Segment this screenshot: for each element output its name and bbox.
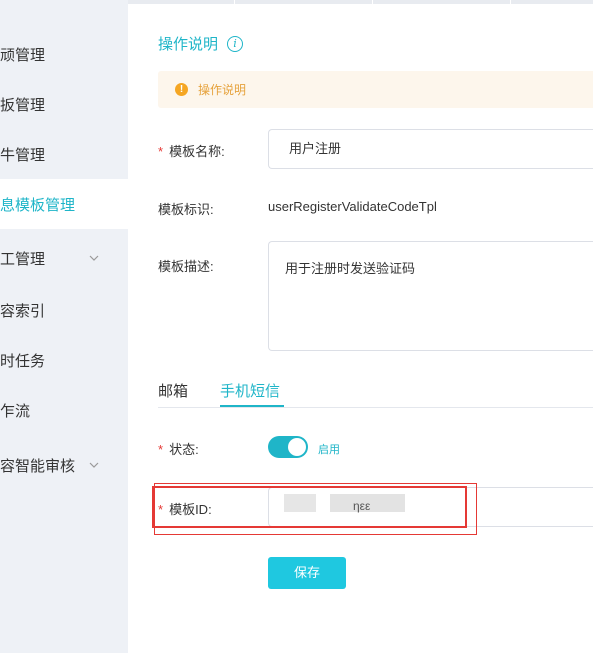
sidebar-item-label: 容智能审核 xyxy=(0,457,76,475)
notice-banner: ! 操作说明 xyxy=(158,71,593,108)
sidebar: 顽管理 扳管理 牛管理 息模板管理 工管理 容索引 时任务 乍流 容智能审核 xyxy=(0,0,128,653)
tab-email[interactable]: 邮箱 xyxy=(158,380,188,401)
status-label: * 状态: xyxy=(158,439,199,458)
sidebar-item-label: 工管理 xyxy=(0,250,46,268)
sidebar-item-2[interactable]: 扳管理 xyxy=(0,79,128,129)
required-mark: * xyxy=(158,442,164,457)
template-desc-textarea[interactable]: 用于注册时发送验证码 xyxy=(268,241,593,351)
warning-icon: ! xyxy=(175,83,188,96)
template-desc-label-text: 模板描述: xyxy=(158,259,214,274)
sidebar-item-label: 息模板管理 xyxy=(0,196,76,214)
sidebar-item-7[interactable]: 时任务 xyxy=(0,335,128,385)
template-name-label-text: 模板名称: xyxy=(169,144,225,159)
sidebar-item-label: 扳管理 xyxy=(0,96,46,114)
active-tab-indicator xyxy=(220,405,284,407)
status-toggle[interactable] xyxy=(268,436,308,458)
template-code-label-text: 模板标识: xyxy=(158,202,214,217)
highlight-box xyxy=(152,486,467,528)
sidebar-item-label: 乍流 xyxy=(0,402,31,420)
template-name-input[interactable]: 用户注册 xyxy=(268,129,593,169)
status-label-text: 状态: xyxy=(169,442,199,457)
sidebar-item-message-template[interactable]: 息模板管理 xyxy=(0,179,128,229)
sidebar-item-label: 时任务 xyxy=(0,352,46,370)
template-code-value: userRegisterValidateCodeTpl xyxy=(268,199,437,214)
template-desc-value: 用于注册时发送验证码 xyxy=(285,261,416,276)
channel-tabs: 邮箱 手机短信 xyxy=(158,370,593,408)
sidebar-item-5[interactable]: 工管理 xyxy=(0,233,128,283)
info-icon[interactable]: i xyxy=(227,35,244,52)
sidebar-item-6[interactable]: 容索引 xyxy=(0,285,128,335)
sidebar-item-3[interactable]: 牛管理 xyxy=(0,129,128,179)
page-title-text: 操作说明 xyxy=(158,36,219,53)
notice-text: 操作说明 xyxy=(198,83,247,97)
template-name-label: * 模板名称: xyxy=(158,141,225,160)
chevron-down-icon xyxy=(89,255,99,261)
required-mark: * xyxy=(158,144,164,159)
sidebar-item-label: 顽管理 xyxy=(0,46,46,64)
template-name-value: 用户注册 xyxy=(289,141,342,156)
sidebar-item-label: 牛管理 xyxy=(0,146,46,164)
sidebar-item-8[interactable]: 乍流 xyxy=(0,385,128,435)
status-toggle-text: 启用 xyxy=(318,444,340,456)
sidebar-item-9[interactable]: 容智能审核 xyxy=(0,440,128,490)
toggle-knob xyxy=(288,438,306,456)
template-desc-label: 模板描述: xyxy=(158,256,214,275)
chevron-down-icon xyxy=(89,462,99,468)
save-button[interactable]: 保存 xyxy=(268,557,346,589)
sidebar-item-label: 容索引 xyxy=(0,302,46,320)
sidebar-item-1[interactable]: 顽管理 xyxy=(0,29,128,79)
template-code-label: 模板标识: xyxy=(158,199,214,218)
page-title: 操作说明 i xyxy=(158,33,244,54)
tab-sms[interactable]: 手机短信 xyxy=(220,380,280,401)
